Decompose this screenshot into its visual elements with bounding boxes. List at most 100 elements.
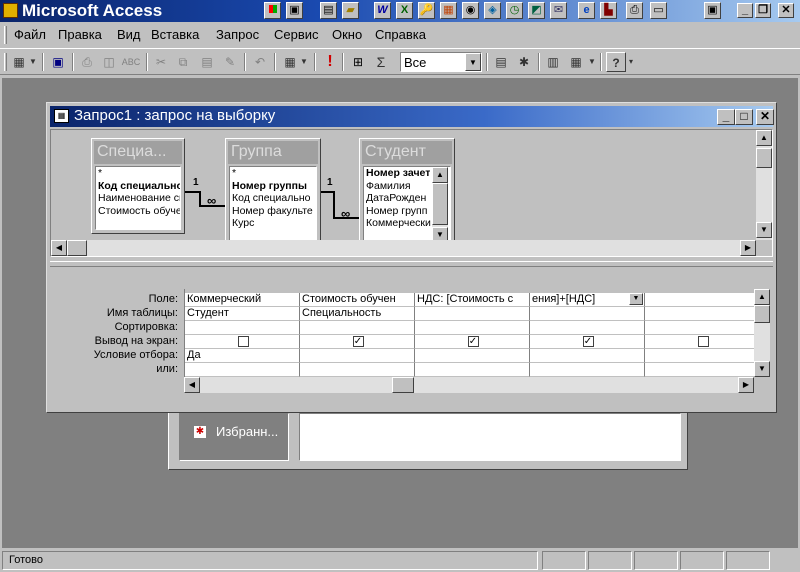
- scanner-icon[interactable]: ▭: [650, 2, 667, 19]
- table-box-student[interactable]: Студент Номер зачетн Фамилия ДатаРожден …: [359, 138, 455, 248]
- query-minimize-button[interactable]: _: [717, 109, 735, 125]
- top-values-combo[interactable]: Все ▼: [400, 52, 482, 72]
- totals-icon[interactable]: Σ: [371, 52, 391, 72]
- query-type-dropdown-icon[interactable]: ▼: [298, 52, 310, 72]
- sort-cell[interactable]: [300, 321, 415, 335]
- minimize-button[interactable]: _: [737, 3, 753, 18]
- relationship-line[interactable]: [321, 191, 333, 193]
- sort-cell[interactable]: [415, 321, 530, 335]
- show-checkbox[interactable]: [237, 336, 249, 347]
- field-list-scrollbar[interactable]: ▲ ▼: [432, 167, 448, 243]
- grid-hscroll[interactable]: ◀ ▶: [184, 377, 754, 393]
- scroll-thumb[interactable]: [756, 148, 772, 168]
- powerpoint-icon[interactable]: ▦: [440, 2, 457, 19]
- field-cell[interactable]: [645, 293, 754, 307]
- or-cell[interactable]: [415, 363, 530, 377]
- field-cell[interactable]: ения]+[НДС] ▼: [530, 293, 645, 307]
- format-painter-icon[interactable]: ✎: [220, 52, 240, 72]
- open-folder-icon[interactable]: ▰: [342, 2, 359, 19]
- table-cell[interactable]: [530, 307, 645, 321]
- or-cell[interactable]: [645, 363, 754, 377]
- table-title[interactable]: Группа: [228, 141, 318, 164]
- field-item[interactable]: Номер факульте: [230, 205, 316, 218]
- menu-file[interactable]: Файл: [14, 27, 46, 42]
- sort-cell[interactable]: [185, 321, 300, 335]
- print-icon[interactable]: ⎙: [77, 52, 97, 72]
- table-cell[interactable]: [415, 307, 530, 321]
- show-checkbox[interactable]: [697, 336, 709, 347]
- table-title[interactable]: Специа...: [94, 141, 182, 164]
- access-icon[interactable]: 🔑: [418, 2, 435, 19]
- field-cell[interactable]: НДС: [Стоимость с: [415, 293, 530, 307]
- relationship-line[interactable]: [333, 191, 335, 217]
- undo-icon[interactable]: ↶: [250, 52, 270, 72]
- field-item[interactable]: Код специально: [230, 192, 316, 205]
- criteria-cell[interactable]: Да: [185, 349, 300, 363]
- restore-button[interactable]: ❐: [755, 3, 771, 18]
- view-dropdown-icon[interactable]: ▼: [27, 52, 39, 72]
- table-title[interactable]: Студент: [362, 141, 452, 164]
- scroll-left-icon[interactable]: ◀: [51, 240, 67, 256]
- or-cell[interactable]: [530, 363, 645, 377]
- help-icon[interactable]: ?: [606, 52, 626, 72]
- internet-explorer-icon[interactable]: e: [578, 2, 595, 19]
- field-cell[interactable]: Стоимость обучен: [300, 293, 415, 307]
- properties-icon[interactable]: ▤: [491, 52, 511, 72]
- criteria-cell[interactable]: [530, 349, 645, 363]
- build-icon[interactable]: ✱: [514, 52, 534, 72]
- photo-editor-icon[interactable]: ▙: [600, 2, 617, 19]
- relationship-line[interactable]: [199, 191, 201, 205]
- table-cell[interactable]: Студент: [185, 307, 300, 321]
- printer-icon[interactable]: ⎙: [626, 2, 643, 19]
- new-object-icon[interactable]: ▦: [566, 52, 586, 72]
- database-window-icon[interactable]: ▥: [543, 52, 563, 72]
- print-preview-icon[interactable]: ◫: [99, 52, 119, 72]
- field-dropdown-icon[interactable]: ▼: [629, 293, 643, 305]
- scroll-right-icon[interactable]: ▶: [740, 240, 756, 256]
- menu-insert[interactable]: Вставка: [151, 27, 199, 42]
- find-icon[interactable]: ◉: [462, 2, 479, 19]
- toolbar-options-icon[interactable]: ▾: [626, 52, 636, 72]
- field-item[interactable]: Номер группы: [230, 180, 316, 193]
- menu-view[interactable]: Вид: [117, 27, 141, 42]
- menu-edit[interactable]: Правка: [58, 27, 102, 42]
- or-cell[interactable]: [300, 363, 415, 377]
- menu-window[interactable]: Окно: [332, 27, 362, 42]
- clock-icon[interactable]: ◷: [506, 2, 523, 19]
- close-button[interactable]: ✕: [778, 3, 794, 18]
- run-icon[interactable]: !: [320, 52, 340, 72]
- size-grip[interactable]: [772, 551, 798, 570]
- criteria-cell[interactable]: [415, 349, 530, 363]
- app-title-bar[interactable]: Microsoft Access ▣ ▤ ▰ W X 🔑 ▦ ◉ ◈ ◷ ◩ ✉…: [0, 0, 800, 22]
- criteria-cell[interactable]: [645, 349, 754, 363]
- office-shortcut-icon[interactable]: ▣: [286, 2, 303, 19]
- show-checkbox[interactable]: ✓: [467, 336, 479, 347]
- favorites-item[interactable]: Избранн...: [216, 424, 278, 439]
- show-checkbox[interactable]: ✓: [352, 336, 364, 347]
- field-item[interactable]: Код специально: [96, 180, 180, 193]
- toolbar-grip[interactable]: [4, 53, 7, 71]
- query-maximize-button[interactable]: □: [735, 109, 753, 125]
- copy-icon[interactable]: ⧉: [173, 52, 193, 72]
- scroll-up-icon[interactable]: ▲: [754, 289, 770, 305]
- field-cell[interactable]: Коммерческий: [185, 293, 300, 307]
- field-item[interactable]: Стоимость обуче: [96, 205, 180, 218]
- query-close-button[interactable]: ✕: [756, 109, 774, 125]
- scroll-thumb[interactable]: [392, 377, 414, 393]
- table-cell[interactable]: Специальность: [300, 307, 415, 321]
- word-icon[interactable]: W: [374, 2, 391, 19]
- menu-help[interactable]: Справка: [375, 27, 426, 42]
- table-box-group[interactable]: Группа * Номер группы Код специально Ном…: [225, 138, 321, 248]
- table-box-specialty[interactable]: Специа... * Код специально Наименование …: [91, 138, 185, 234]
- scroll-down-icon[interactable]: ▼: [754, 361, 770, 377]
- save-icon[interactable]: ▣: [48, 52, 68, 72]
- publisher-icon[interactable]: ◩: [528, 2, 545, 19]
- query-type-icon[interactable]: ▦: [280, 52, 300, 72]
- office-color-icon[interactable]: [264, 2, 281, 19]
- table-cell[interactable]: [645, 307, 754, 321]
- outlook-icon[interactable]: ✉: [550, 2, 567, 19]
- menu-query[interactable]: Запрос: [216, 27, 259, 42]
- scroll-thumb[interactable]: [754, 305, 770, 323]
- show-table-icon[interactable]: ⊞: [348, 52, 368, 72]
- scroll-thumb[interactable]: [67, 240, 87, 256]
